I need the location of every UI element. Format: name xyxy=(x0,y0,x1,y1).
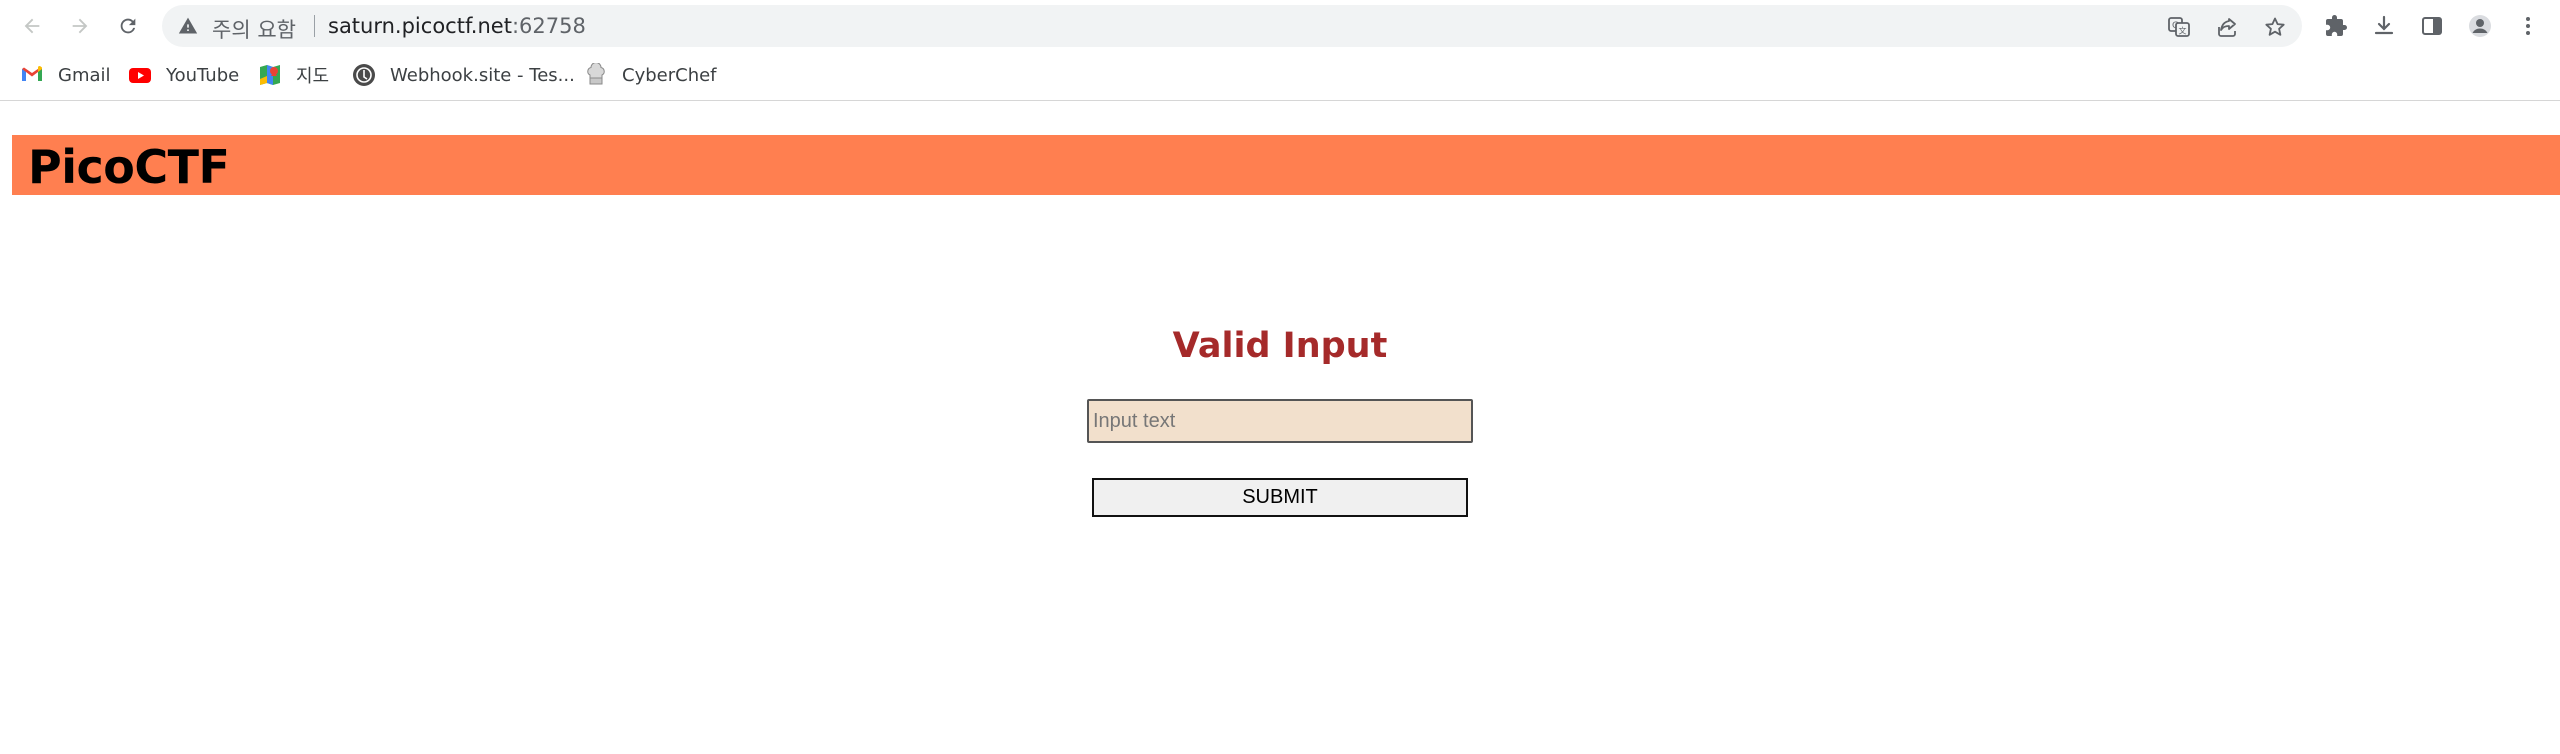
arrow-right-icon xyxy=(72,18,88,34)
bookmark-cyberchef[interactable]: CyberChef xyxy=(584,60,717,90)
bookmark-label: Gmail xyxy=(58,64,111,86)
maps-icon xyxy=(258,63,282,87)
forward-button[interactable] xyxy=(64,10,96,42)
bookmarks-bar: Gmail YouTube 지도 Webhook.site - Tes... C… xyxy=(0,52,2560,101)
side-panel-icon xyxy=(2422,17,2442,35)
address-bar[interactable]: 주의 요함 saturn.picoctf.net:62758 G 文 xyxy=(162,5,2302,47)
security-label[interactable]: 주의 요함 xyxy=(212,14,296,44)
arrow-left-icon xyxy=(24,18,40,34)
bookmark-gmail[interactable]: Gmail xyxy=(20,60,111,90)
back-button[interactable] xyxy=(16,10,48,42)
bookmark-label: 지도 xyxy=(296,66,330,87)
site-title: PicoCTF xyxy=(28,140,230,194)
downloads-button[interactable] xyxy=(2368,10,2400,42)
star-icon xyxy=(2265,17,2285,36)
reload-icon xyxy=(120,18,136,34)
bookmark-webhook[interactable]: Webhook.site - Tes... xyxy=(352,60,575,90)
site-banner: PicoCTF xyxy=(12,135,2560,195)
warning-icon[interactable] xyxy=(178,16,198,36)
url-host: saturn.picoctf.net xyxy=(328,14,512,38)
profile-avatar-icon xyxy=(2469,15,2491,37)
bookmark-star-button[interactable] xyxy=(2262,14,2288,40)
bookmark-label: YouTube xyxy=(166,64,240,86)
webhook-icon xyxy=(352,63,376,87)
browser-toolbar: 주의 요함 saturn.picoctf.net:62758 G 文 xyxy=(0,0,2560,52)
youtube-icon xyxy=(128,63,152,87)
url-port: :62758 xyxy=(511,14,586,38)
menu-button[interactable] xyxy=(2512,10,2544,42)
submit-button[interactable]: SUBMIT xyxy=(1092,478,1468,517)
translate-icon: G 文 xyxy=(2168,17,2190,37)
download-icon xyxy=(2374,15,2394,35)
bookmark-label: Webhook.site - Tes... xyxy=(390,64,575,86)
side-panel-button[interactable] xyxy=(2416,10,2448,42)
bookmark-maps[interactable]: 지도 xyxy=(258,60,329,90)
translate-button[interactable]: G 文 xyxy=(2166,14,2192,40)
share-icon xyxy=(2218,18,2236,37)
share-button[interactable] xyxy=(2214,14,2240,40)
puzzle-icon xyxy=(2326,15,2347,36)
page-heading: Valid Input xyxy=(1172,326,1388,366)
gmail-icon xyxy=(20,63,44,87)
extensions-button[interactable] xyxy=(2320,10,2352,42)
url-text[interactable]: saturn.picoctf.net:62758 xyxy=(328,14,586,38)
web-page: PicoCTF Valid Input SUBMIT xyxy=(0,101,2560,754)
address-separator xyxy=(314,15,315,37)
cyberchef-icon xyxy=(584,63,608,87)
bookmark-label: CyberChef xyxy=(622,64,717,86)
svg-text:文: 文 xyxy=(2179,26,2187,36)
text-input[interactable] xyxy=(1087,399,1473,443)
bookmark-youtube[interactable]: YouTube xyxy=(128,60,239,90)
reload-button[interactable] xyxy=(112,10,144,42)
more-vert-icon xyxy=(2526,17,2530,35)
profile-button[interactable] xyxy=(2464,10,2496,42)
